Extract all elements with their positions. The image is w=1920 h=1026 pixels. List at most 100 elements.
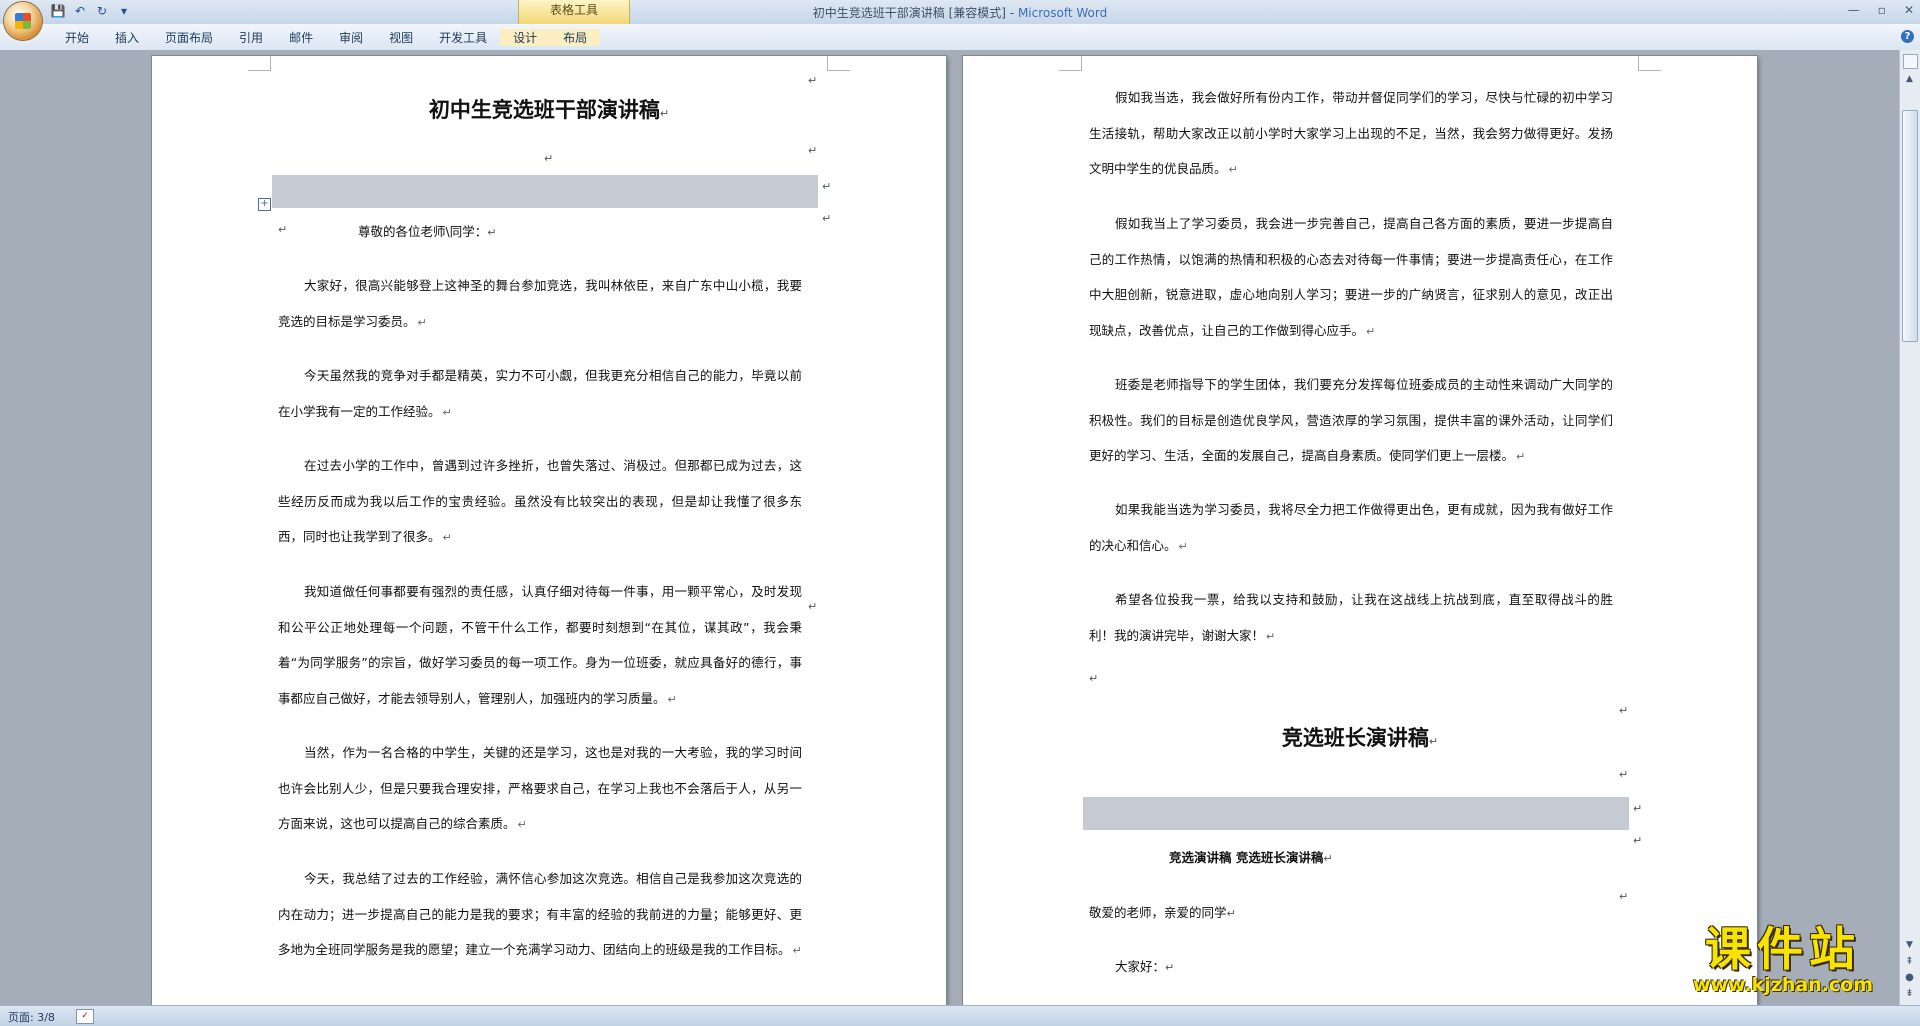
paragraph-mark: ↵ [1323, 852, 1333, 865]
paragraph-mark: ↵ [487, 226, 497, 239]
title-separator: - [1005, 6, 1018, 20]
tab-mailings[interactable]: 邮件 [276, 29, 326, 46]
paragraph-text: 在过去小学的工作中，曾遇到过许多挫折，也曾失落过、消极过。但那都已成为过去，这些… [278, 458, 802, 544]
status-bar: 页面: 3/8 ✓ [0, 1005, 1920, 1026]
vertical-scrollbar[interactable]: ▲ ▼ ⇞ ● ⇟ [1899, 50, 1920, 1005]
shaded-table-row[interactable] [1083, 797, 1629, 830]
subheading[interactable]: 竞选演讲稿 竞选班长演讲稿↵ [1169, 847, 1333, 866]
body-paragraph[interactable]: 今天虽然我的竞争对手都是精英，实力不可小觑，但我更充分相信自己的能力，毕竟以前在… [278, 358, 802, 430]
paragraph-mark: ↵ [659, 107, 670, 120]
row-end-mark: ↵ [822, 212, 832, 225]
tab-review[interactable]: 审阅 [326, 29, 376, 46]
paragraph-mark: ↵ [1619, 704, 1629, 717]
paragraph-mark: ↵ [808, 600, 818, 613]
opening-line-text: 大家好： [1115, 959, 1166, 974]
paragraph-mark: ↵ [417, 315, 427, 329]
paragraph-text: 假如我当上了学习委员，我会进一步完善自己，提高自己各方面的素质，要进一步提高自己… [1089, 216, 1613, 338]
tab-references[interactable]: 引用 [226, 29, 276, 46]
paragraph-mark: ↵ [1228, 163, 1238, 176]
window-controls: — ▫ ✕ [1848, 3, 1914, 17]
document-workspace: ↵ 初中生竞选班干部演讲稿↵ ↵ ↵ + ↵ ↵ ↵ 尊敬的各位老师\同学：↵ … [0, 50, 1900, 1005]
tab-view[interactable]: 视图 [376, 29, 426, 46]
body-paragraph[interactable]: 希望各位投我一票，给我以支持和鼓励，让我在这战线上抗战到底，直至取得战斗的胜利！… [1089, 582, 1613, 654]
scrollbar-thumb[interactable] [1902, 110, 1918, 342]
paragraph-text: 如果我能当选为学习委员，我将尽全力把工作做得更出色，更有成就，因为我有做好工作的… [1089, 502, 1613, 553]
previous-page-icon[interactable]: ⇞ [1903, 956, 1916, 969]
body-paragraph[interactable]: 当然，作为一名合格的中学生，关键的还是学习，这也是对我的一大考验，我的学习时间也… [278, 735, 802, 843]
proofing-status-icon[interactable]: ✓ [76, 1009, 94, 1024]
body-paragraph[interactable]: 我知道做任何事都要有强烈的责任感，认真仔细对待每一件事，用一颗平常心，及时发现和… [278, 574, 802, 717]
window-title: 初中生竞选班干部演讲稿 [兼容模式] - Microsoft Word [0, 4, 1920, 21]
paragraph-text: 今天，我总结了过去的工作经验，满怀信心参加这次竞选。相信自己是我参加这次竞选的内… [278, 871, 802, 957]
salutation-text: 尊敬的各位老师\同学： [358, 224, 488, 239]
paragraph-mark: ↵ [1516, 450, 1526, 463]
paragraph-mark: ↵ [442, 405, 452, 419]
next-page-icon[interactable]: ⇟ [1903, 988, 1916, 1001]
heading-text: 竞选班长演讲稿 [1281, 725, 1429, 750]
site-watermark: 课件站 www.kjzhan.com [1668, 924, 1898, 996]
body-paragraph[interactable]: 大家好，很高兴能够登上这神圣的舞台参加竞选，我叫林依臣，来自广东中山小榄，我要竞… [278, 268, 802, 340]
margin-corner-mark [1059, 56, 1082, 71]
document-title-heading[interactable]: 初中生竞选班干部演讲稿↵ [272, 94, 826, 124]
watermark-main-text: 课件站 [1705, 922, 1861, 976]
paragraph-mark: ↵ [278, 223, 288, 236]
tab-home[interactable]: 开始 [52, 29, 102, 46]
table-move-handle-icon[interactable]: + [258, 198, 271, 211]
browse-object-icon[interactable]: ● [1903, 972, 1916, 985]
paragraph-mark: ↵ [792, 944, 802, 957]
application-name: Microsoft Word [1017, 6, 1108, 20]
document-page-right[interactable]: 假如我当选，我会做好所有份内工作，带动并督促同学们的学习，尽快与忙碌的初中学习生… [963, 56, 1757, 1005]
page-number-indicator[interactable]: 页面: 3/8 [8, 1009, 55, 1025]
tab-layout[interactable]: 布局 [550, 29, 601, 46]
tab-page-layout[interactable]: 页面布局 [152, 29, 226, 46]
paragraph-mark: ↵ [1178, 539, 1188, 553]
tab-insert[interactable]: 插入 [102, 29, 152, 46]
office-button[interactable] [4, 2, 42, 40]
paragraph-text: 希望各位投我一票，给我以支持和鼓励，让我在这战线上抗战到底，直至取得战斗的胜利！… [1089, 592, 1613, 643]
paragraph-mark: ↵ [544, 152, 554, 165]
paragraph-text: 当然，作为一名合格的中学生，关键的还是学习，这也是对我的一大考验，我的学习时间也… [278, 745, 802, 831]
minimize-icon[interactable]: — [1848, 3, 1860, 17]
watermark-url-text: www.kjzhan.com [1692, 974, 1874, 996]
paragraph-mark: ↵ [808, 144, 818, 157]
maximize-icon[interactable]: ▫ [1878, 3, 1886, 17]
view-ruler-button[interactable] [1903, 54, 1918, 69]
scroll-up-icon[interactable]: ▲ [1903, 74, 1916, 87]
shaded-table-row[interactable] [272, 175, 818, 208]
close-icon[interactable]: ✕ [1904, 3, 1914, 17]
document-title: 初中生竞选班干部演讲稿 [兼容模式] [812, 6, 1006, 20]
paragraph-mark: ↵ [442, 531, 452, 544]
row-end-mark: ↵ [1633, 834, 1643, 847]
second-title-heading[interactable]: 竞选班长演讲稿↵ [1083, 722, 1637, 752]
cell-end-mark: ↵ [822, 180, 832, 193]
paragraph-text: 今天虽然我的竞争对手都是精英，实力不可小觑，但我更充分相信自己的能力，毕竟以前在… [278, 368, 802, 419]
paragraph-text: 大家好，很高兴能够登上这神圣的舞台参加竞选，我叫林依臣，来自广东中山小榄，我要竞… [278, 278, 802, 329]
body-paragraph[interactable]: 今天，我总结了过去的工作经验，满怀信心参加这次竞选。相信自己是我参加这次竞选的内… [278, 861, 802, 969]
opening-line[interactable]: 大家好：↵ [1115, 956, 1174, 975]
paragraph-mark: ↵ [517, 818, 527, 831]
paragraph-mark: ↵ [667, 692, 677, 706]
paragraph-mark: ↵ [1428, 735, 1439, 748]
heading-text: 初中生竞选班干部演讲稿 [428, 97, 660, 122]
margin-corner-mark [827, 56, 850, 71]
paragraph-mark: ↵ [1165, 961, 1175, 974]
ribbon: 开始 插入 页面布局 引用 邮件 审阅 视图 开发工具 设计 布局 ? [0, 24, 1920, 51]
salutation[interactable]: 尊敬的各位老师\同学：↵ [358, 221, 496, 240]
tab-developer[interactable]: 开发工具 [426, 29, 500, 46]
help-icon[interactable]: ? [1901, 30, 1914, 43]
subheading-text: 竞选演讲稿 竞选班长演讲稿 [1169, 850, 1324, 865]
body-paragraph[interactable]: 班委是老师指导下的学生团体，我们要充分发挥每位班委成员的主动性来调动广大同学的积… [1089, 367, 1613, 475]
ribbon-tabs: 开始 插入 页面布局 引用 邮件 审阅 视图 开发工具 设计 布局 [52, 29, 601, 46]
greeting[interactable]: 敬爱的老师，亲爱的同学↵ [1089, 902, 1236, 921]
paragraph-mark: ↵ [1226, 907, 1236, 920]
office-logo-icon [15, 13, 31, 29]
body-paragraph[interactable]: 如果我能当选为学习委员，我将尽全力把工作做得更出色，更有成就，因为我有做好工作的… [1089, 492, 1613, 564]
document-page-left[interactable]: ↵ 初中生竞选班干部演讲稿↵ ↵ ↵ + ↵ ↵ ↵ 尊敬的各位老师\同学：↵ … [152, 56, 946, 1005]
scroll-down-icon[interactable]: ▼ [1903, 940, 1916, 953]
body-paragraph[interactable]: 在过去小学的工作中，曾遇到过许多挫折，也曾失落过、消极过。但那都已成为过去，这些… [278, 448, 802, 556]
tab-design[interactable]: 设计 [500, 29, 551, 46]
paragraph-text: 假如我当选，我会做好所有份内工作，带动并督促同学们的学习，尽快与忙碌的初中学习生… [1089, 90, 1613, 176]
body-paragraph[interactable]: 假如我当上了学习委员，我会进一步完善自己，提高自己各方面的素质，要进一步提高自己… [1089, 206, 1613, 349]
paragraph-mark: ↵ [1089, 672, 1099, 685]
body-paragraph[interactable]: 假如我当选，我会做好所有份内工作，带动并督促同学们的学习，尽快与忙碌的初中学习生… [1089, 80, 1613, 188]
